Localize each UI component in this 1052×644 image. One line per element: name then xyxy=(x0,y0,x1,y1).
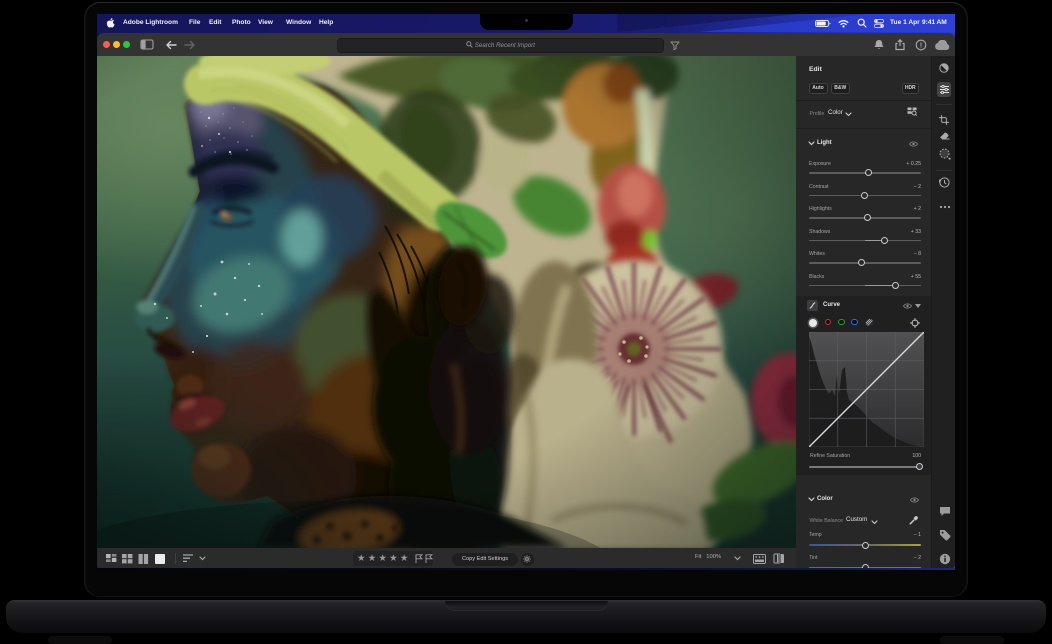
svg-text:!: ! xyxy=(920,40,923,49)
